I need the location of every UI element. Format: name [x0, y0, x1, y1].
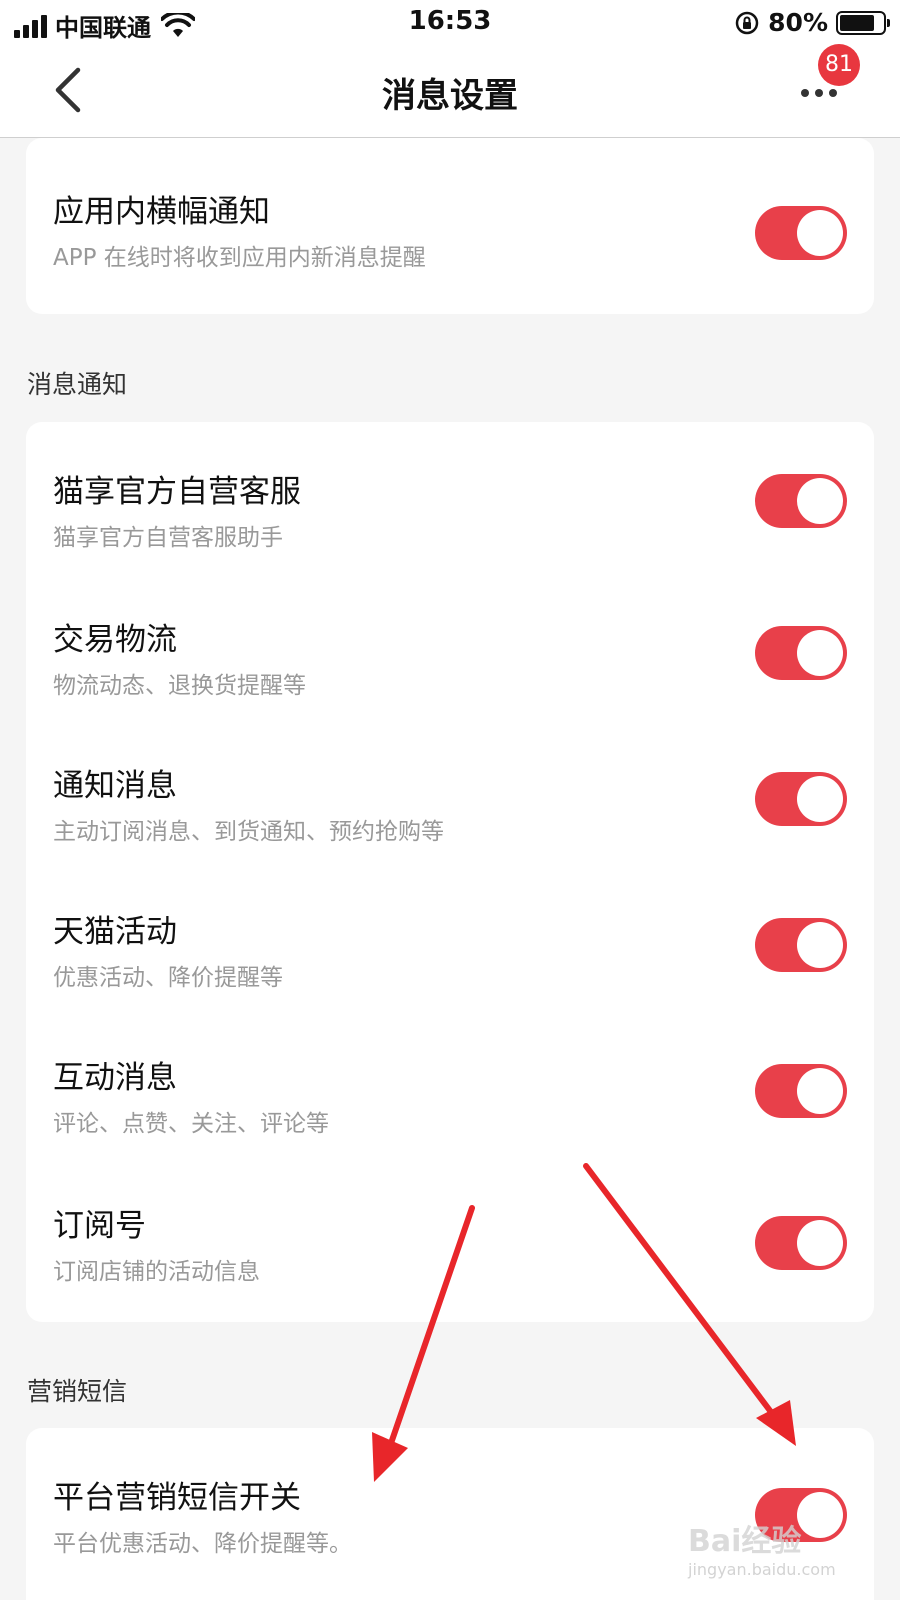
setting-row-customer-service: 猫享官方自营客服 猫享官方自营客服助手: [26, 422, 874, 568]
setting-row-banner: 应用内横幅通知 APP 在线时将收到应用内新消息提醒: [26, 138, 874, 314]
setting-row-marketing-sms: 平台营销短信开关 平台优惠活动、降价提醒等。: [26, 1428, 874, 1600]
setting-subtitle: 主动订阅消息、到货通知、预约抢购等: [53, 819, 444, 845]
setting-row-notifications: 通知消息 主动订阅消息、到货通知、预约抢购等: [26, 716, 874, 862]
setting-title: 订阅号: [53, 1208, 146, 1244]
setting-subtitle: 评论、点赞、关注、评论等: [53, 1111, 329, 1137]
setting-subtitle: 猫享官方自营客服助手: [53, 525, 283, 551]
battery-percent: 80%: [768, 8, 828, 37]
setting-row-logistics: 交易物流 物流动态、退换货提醒等: [26, 570, 874, 716]
setting-title: 通知消息: [53, 768, 177, 804]
toggle-knob: [797, 776, 843, 822]
setting-subtitle: 平台优惠活动、降价提醒等。: [53, 1531, 352, 1557]
setting-title: 应用内横幅通知: [53, 194, 270, 230]
setting-subtitle: APP 在线时将收到应用内新消息提醒: [53, 245, 426, 271]
setting-subtitle: 物流动态、退换货提醒等: [53, 673, 306, 699]
section-label-marketing-sms: 营销短信: [27, 1377, 128, 1406]
notifications-toggle[interactable]: [755, 772, 847, 826]
marketing-sms-card: 平台营销短信开关 平台优惠活动、降价提醒等。: [26, 1428, 874, 1600]
battery-icon: [836, 10, 890, 35]
setting-title: 交易物流: [53, 622, 177, 658]
toggle-knob: [797, 630, 843, 676]
setting-subtitle: 订阅店铺的活动信息: [53, 1259, 260, 1285]
setting-title: 互动消息: [53, 1060, 177, 1096]
message-notify-card: 猫享官方自营客服 猫享官方自营客服助手 交易物流 物流动态、退换货提醒等 通知消…: [26, 422, 874, 1322]
section-label-message-notify: 消息通知: [27, 370, 128, 399]
setting-title: 平台营销短信开关: [53, 1480, 301, 1516]
more-dot: [815, 89, 823, 97]
page-title: 消息设置: [382, 76, 518, 116]
setting-row-interaction: 互动消息 评论、点赞、关注、评论等: [26, 1008, 874, 1154]
logistics-toggle[interactable]: [755, 626, 847, 680]
rotation-lock-icon: [735, 11, 759, 34]
setting-title: 天猫活动: [53, 914, 177, 950]
marketing-sms-toggle[interactable]: [755, 1488, 847, 1542]
toggle-knob: [797, 1220, 843, 1266]
setting-title: 猫享官方自营客服: [53, 474, 301, 510]
setting-subtitle: 优惠活动、降价提醒等: [53, 965, 283, 991]
toggle-knob: [797, 1492, 843, 1538]
nav-bar: 消息设置 81: [0, 44, 900, 138]
more-dot: [829, 89, 837, 97]
customer-service-toggle[interactable]: [755, 474, 847, 528]
toggle-knob: [797, 1068, 843, 1114]
subscription-toggle[interactable]: [755, 1216, 847, 1270]
setting-row-subscription: 订阅号 订阅店铺的活动信息: [26, 1156, 874, 1302]
toggle-knob: [797, 478, 843, 524]
tmall-activity-toggle[interactable]: [755, 918, 847, 972]
banner-notification-toggle[interactable]: [755, 206, 847, 260]
toggle-knob: [797, 210, 843, 256]
banner-notification-card: 应用内横幅通知 APP 在线时将收到应用内新消息提醒: [26, 138, 874, 314]
status-bar: 中国联通 16:53 80%: [0, 0, 900, 44]
interaction-toggle[interactable]: [755, 1064, 847, 1118]
toggle-knob: [797, 922, 843, 968]
setting-row-tmall-activity: 天猫活动 优惠活动、降价提醒等: [26, 862, 874, 1008]
status-right: 80%: [734, 8, 890, 37]
notification-badge: 81: [818, 44, 860, 86]
more-dots-icon: [801, 89, 809, 97]
